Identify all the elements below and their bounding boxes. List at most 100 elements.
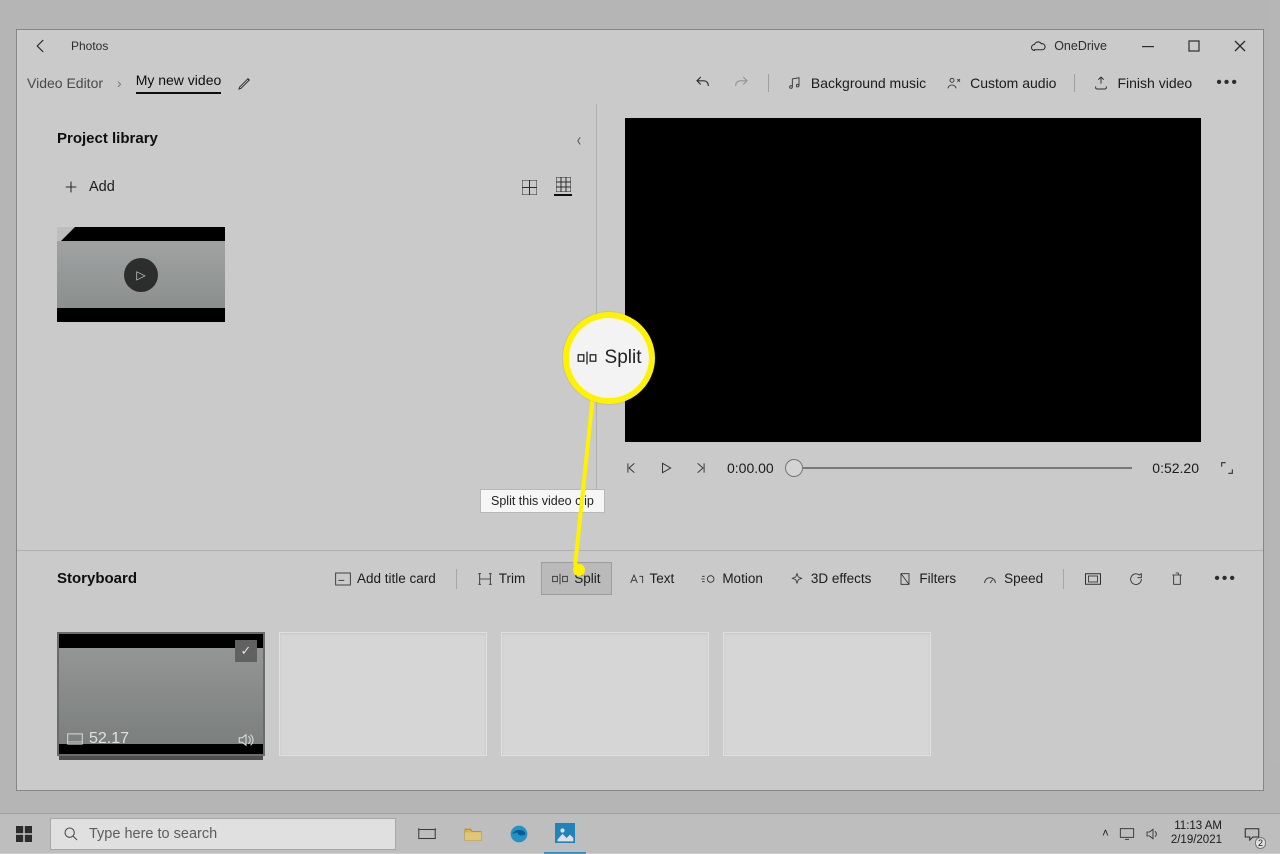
finish-video-button[interactable]: Finish video [1083, 69, 1202, 97]
start-button[interactable] [0, 814, 48, 854]
breadcrumb-root[interactable]: Video Editor [27, 75, 103, 91]
library-clip-thumbnail[interactable]: ▷ [57, 227, 225, 322]
task-view-icon [418, 827, 436, 841]
seek-track[interactable] [794, 467, 1133, 469]
text-label: Text [650, 571, 675, 586]
clip-volume-icon[interactable] [237, 732, 255, 748]
speed-label: Speed [1004, 571, 1043, 586]
action-center-button[interactable]: 2 [1232, 814, 1272, 854]
add-title-card-button[interactable]: Add title card [325, 563, 446, 594]
app-title: Photos [65, 39, 108, 53]
time-current: 0:00.00 [727, 460, 774, 476]
motion-icon [700, 572, 716, 586]
close-icon [1234, 40, 1246, 52]
undo-icon [694, 74, 712, 92]
trim-button[interactable]: Trim [467, 563, 536, 594]
folder-icon [463, 826, 483, 842]
minimize-button[interactable] [1125, 30, 1171, 62]
storyboard-more-button[interactable]: ••• [1200, 570, 1251, 588]
plus-icon [63, 179, 79, 195]
storyboard-strip: ✓ 52.17 [17, 606, 1263, 790]
storyboard-empty-slot[interactable] [501, 632, 709, 756]
custom-audio-button[interactable]: Custom audio [936, 69, 1066, 97]
fullscreen-button[interactable] [1219, 460, 1235, 476]
undo-button[interactable] [684, 68, 722, 98]
task-view-button[interactable] [406, 814, 448, 854]
play-button[interactable] [659, 461, 673, 475]
tray-chevron-icon[interactable]: ˄ [1102, 828, 1109, 840]
windows-icon [16, 826, 32, 842]
maximize-icon [1188, 40, 1200, 52]
edge-icon [509, 824, 529, 844]
speedometer-icon [982, 572, 998, 586]
rotate-button[interactable] [1118, 563, 1154, 595]
frame-forward-button[interactable] [693, 461, 707, 475]
breadcrumb-project[interactable]: My new video [136, 72, 222, 94]
taskbar-clock[interactable]: 11:13 AM 2/19/2021 [1171, 820, 1222, 846]
rename-button[interactable] [237, 75, 253, 91]
cloud-icon [1030, 40, 1048, 52]
back-button[interactable] [17, 30, 65, 62]
photos-icon [555, 823, 575, 843]
grid-large-toggle[interactable] [520, 178, 538, 196]
breadcrumb: Video Editor › My new video [27, 72, 221, 94]
pencil-icon [237, 75, 253, 91]
seek-knob[interactable] [785, 459, 803, 477]
collapse-library-button[interactable]: ‹ [577, 130, 581, 151]
time-total: 0:52.20 [1152, 460, 1199, 476]
close-button[interactable] [1217, 30, 1263, 62]
grid-small-toggle[interactable] [554, 178, 572, 196]
fullscreen-icon [1219, 460, 1235, 476]
edge-button[interactable] [498, 814, 540, 854]
rotate-icon [1128, 571, 1144, 587]
minimize-icon [1142, 40, 1154, 52]
duration-icon [67, 733, 83, 745]
video-preview[interactable] [625, 118, 1201, 442]
storyboard-empty-slot[interactable] [723, 632, 931, 756]
callout-highlight: Split [563, 312, 655, 404]
grid-3x3-icon [556, 177, 571, 192]
speed-button[interactable]: Speed [972, 563, 1053, 594]
display-icon[interactable] [1119, 827, 1135, 841]
search-placeholder: Type here to search [89, 826, 217, 842]
add-media-label: Add [89, 179, 115, 195]
redo-button[interactable] [722, 68, 760, 98]
checkmark-icon: ✓ [235, 640, 257, 662]
text-icon [628, 572, 644, 586]
volume-icon[interactable] [1145, 827, 1161, 841]
separator [456, 569, 457, 589]
motion-label: Motion [722, 571, 763, 586]
storyboard-title: Storyboard [57, 570, 137, 587]
delete-button[interactable] [1160, 563, 1194, 595]
clip-duration: 52.17 [67, 730, 129, 748]
clock-time: 11:13 AM [1171, 820, 1222, 833]
storyboard-clip[interactable]: ✓ 52.17 [57, 632, 265, 756]
motion-button[interactable]: Motion [690, 563, 773, 594]
separator [1063, 569, 1064, 589]
photos-app-button[interactable] [544, 814, 586, 854]
taskbar-search[interactable]: Type here to search [50, 818, 396, 850]
title-card-icon [335, 572, 351, 586]
person-audio-icon [946, 75, 962, 91]
storyboard-empty-slot[interactable] [279, 632, 487, 756]
tooltip: Split this video clip [480, 489, 605, 513]
custom-audio-label: Custom audio [970, 75, 1056, 91]
trim-icon [477, 572, 493, 586]
resize-button[interactable] [1074, 564, 1112, 594]
file-explorer-button[interactable] [452, 814, 494, 854]
text-button[interactable]: Text [618, 563, 685, 594]
more-button[interactable]: ••• [1202, 74, 1253, 92]
crop-icon [1084, 572, 1102, 586]
grid-2x2-icon [522, 180, 537, 195]
add-media-button[interactable]: Add [57, 173, 121, 201]
3d-effects-button[interactable]: 3D effects [779, 563, 882, 594]
filters-button[interactable]: Filters [887, 563, 966, 594]
split-icon [577, 350, 597, 366]
background-music-button[interactable]: Background music [777, 69, 936, 97]
frame-back-button[interactable] [625, 461, 639, 475]
callout-label: Split [605, 347, 642, 369]
filters-label: Filters [919, 571, 956, 586]
onedrive-button[interactable]: OneDrive [1030, 39, 1125, 53]
split-icon [552, 572, 568, 586]
maximize-button[interactable] [1171, 30, 1217, 62]
